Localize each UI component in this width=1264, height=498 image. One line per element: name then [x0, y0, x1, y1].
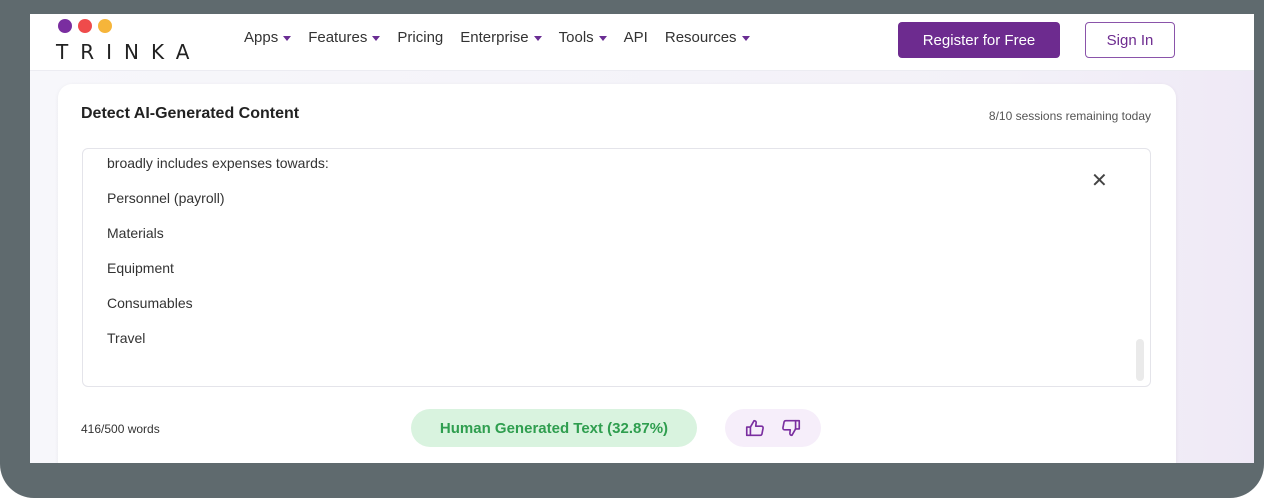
feedback-buttons [725, 409, 821, 447]
text-line: broadly includes expenses towards: [107, 155, 329, 171]
menu-item-label: Pricing [397, 29, 444, 46]
ai-detector-card: Detect AI-Generated Content 8/10 session… [58, 84, 1176, 463]
menu-item-label: Apps [244, 29, 279, 46]
sessions-remaining: 8/10 sessions remaining today [988, 109, 1151, 123]
top-navigation: TRINKA Apps Features Pricing Enterprise [30, 14, 1254, 71]
menu-item-label: Resources [664, 29, 737, 46]
menu-item-apps[interactable]: Apps [244, 29, 292, 46]
word-count: 416/500 words [81, 422, 160, 436]
menu-item-api[interactable]: API [624, 29, 648, 46]
menu-item-enterprise[interactable]: Enterprise [460, 29, 542, 46]
text-line: Travel [107, 330, 146, 346]
logo-dot-red [78, 19, 92, 33]
register-button[interactable]: Register for Free [898, 22, 1060, 58]
chevron-down-icon [533, 36, 542, 41]
menu-item-tools[interactable]: Tools [559, 29, 607, 46]
device-frame: TRINKA Apps Features Pricing Enterprise [0, 0, 1264, 498]
logo-dot-purple [58, 19, 72, 33]
text-line: Equipment [107, 260, 174, 276]
chevron-down-icon [283, 36, 292, 41]
logo-dot-yellow [98, 19, 112, 33]
result-badge: Human Generated Text (32.87%) [411, 409, 697, 447]
logo-wordmark: TRINKA [56, 40, 202, 64]
menu-item-resources[interactable]: Resources [665, 29, 750, 46]
text-line: Consumables [107, 295, 193, 311]
main-menu: Apps Features Pricing Enterprise Tools A… [244, 29, 767, 46]
menu-item-label: Tools [558, 29, 594, 46]
logo-dots [58, 19, 112, 33]
chevron-down-icon [598, 36, 607, 41]
close-icon[interactable]: ✕ [1091, 168, 1108, 192]
chevron-down-icon [372, 36, 381, 41]
menu-item-label: API [623, 29, 648, 46]
text-line: Personnel (payroll) [107, 190, 225, 206]
chevron-down-icon [741, 36, 750, 41]
menu-item-pricing[interactable]: Pricing [397, 29, 443, 46]
menu-item-label: Enterprise [460, 29, 529, 46]
menu-item-label: Features [308, 29, 368, 46]
card-title: Detect AI-Generated Content [81, 105, 300, 122]
browser-viewport: TRINKA Apps Features Pricing Enterprise [30, 14, 1254, 463]
trinka-logo[interactable]: TRINKA [56, 17, 226, 67]
text-input-area[interactable]: broadly includes expenses towards: Perso… [82, 148, 1151, 387]
result-label: Human Generated Text (32.87%) [439, 419, 669, 437]
scrollbar-thumb[interactable] [1136, 339, 1144, 381]
thumbs-up-icon[interactable] [743, 416, 767, 440]
sign-in-button[interactable]: Sign In [1085, 22, 1175, 58]
menu-item-features[interactable]: Features [308, 29, 381, 46]
text-line: Materials [107, 225, 164, 241]
thumbs-down-icon[interactable] [779, 416, 803, 440]
